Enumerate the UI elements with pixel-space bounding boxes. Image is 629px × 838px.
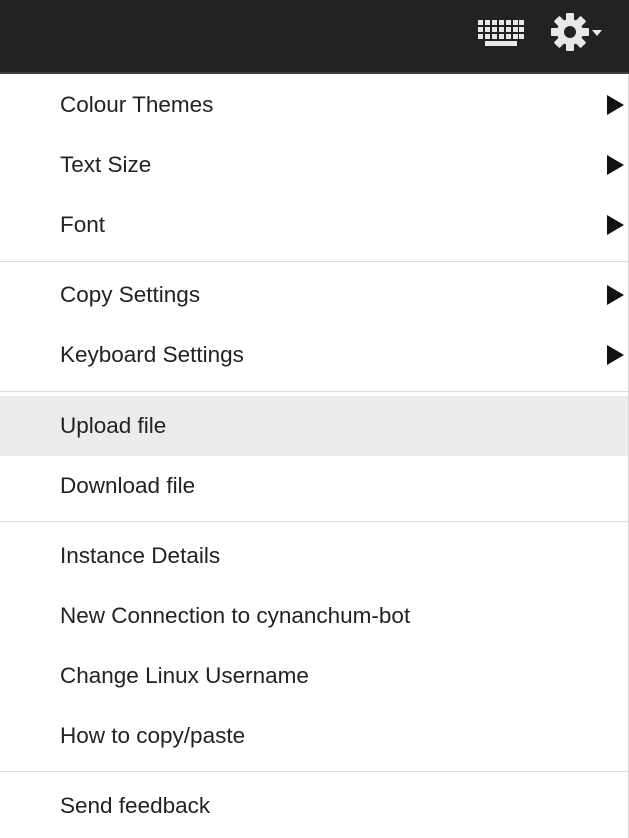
menu-item-change-linux-username[interactable]: Change Linux Username: [0, 646, 628, 706]
keyboard-button[interactable]: [476, 16, 526, 50]
menu-item-label: Change Linux Username: [60, 663, 309, 688]
triangle-right-icon: [607, 285, 624, 305]
menu-item-instance-details[interactable]: Instance Details: [0, 526, 628, 586]
menu-divider: [0, 261, 628, 262]
menu-item-send-feedback[interactable]: Send feedback: [0, 776, 628, 836]
triangle-right-icon: [607, 95, 624, 115]
triangle-right-icon: [607, 345, 624, 365]
menu-item-label: New Connection to cynanchum-bot: [60, 603, 411, 628]
settings-menu-button[interactable]: [550, 10, 614, 54]
menu-item-how-to-copy-paste[interactable]: How to copy/paste: [0, 706, 628, 766]
menu-item-label: Upload file: [60, 413, 167, 438]
menu-item-colour-themes[interactable]: Colour Themes: [0, 75, 628, 135]
menu-item-label: Instance Details: [60, 543, 221, 568]
menu-item-label: Send feedback: [60, 793, 211, 818]
top-toolbar: [0, 0, 629, 74]
menu-item-label: Font: [60, 212, 106, 237]
menu-divider: [0, 391, 628, 392]
menu-divider: [0, 521, 628, 522]
menu-item-text-size[interactable]: Text Size: [0, 135, 628, 195]
menu-item-upload-file[interactable]: Upload file: [0, 396, 628, 456]
triangle-right-icon: [607, 155, 624, 175]
menu-item-download-file[interactable]: Download file: [0, 456, 628, 516]
menu-item-new-connection[interactable]: New Connection to cynanchum-bot: [0, 586, 628, 646]
keyboard-icon: [478, 20, 524, 46]
caret-down-icon: [592, 30, 602, 36]
menu-item-label: Keyboard Settings: [60, 342, 244, 367]
menu-item-font[interactable]: Font: [0, 195, 628, 255]
menu-item-label: Copy Settings: [60, 282, 201, 307]
menu-item-label: Colour Themes: [60, 92, 214, 117]
menu-item-copy-settings[interactable]: Copy Settings: [0, 265, 628, 325]
menu-item-label: Download file: [60, 473, 196, 498]
menu-item-keyboard-settings[interactable]: Keyboard Settings: [0, 325, 628, 385]
menu-item-label: How to copy/paste: [60, 723, 246, 748]
menu-divider: [0, 771, 628, 772]
settings-dropdown-menu: Colour Themes Text Size Font Copy Settin…: [0, 75, 629, 838]
menu-item-label: Text Size: [60, 152, 152, 177]
triangle-right-icon: [607, 215, 624, 235]
gear-icon: [551, 13, 589, 51]
